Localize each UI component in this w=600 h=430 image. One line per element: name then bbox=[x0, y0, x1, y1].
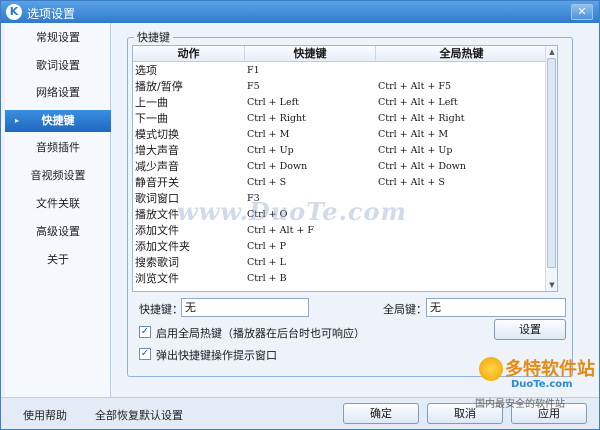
site-brand-logo: 多特软件站 DuoTe.com 国内最安全的软件站 bbox=[475, 353, 595, 413]
row-global-hotkey: Ctrl + Alt + Down bbox=[378, 161, 466, 172]
table-row[interactable]: 减少声音 Ctrl + Down Ctrl + Alt + Down bbox=[133, 159, 547, 175]
row-global-hotkey bbox=[378, 271, 544, 287]
row-action: 浏览文件 bbox=[135, 272, 179, 285]
table-row[interactable]: 下一曲 Ctrl + Right Ctrl + Alt + Right bbox=[133, 111, 547, 127]
row-hotkey: Ctrl + M bbox=[247, 129, 290, 140]
table-header: 动作 快捷键 全局热键 bbox=[133, 46, 547, 62]
column-header-hotkey[interactable]: 快捷键 bbox=[245, 46, 376, 62]
sidebar-item-advanced[interactable]: 高级设置 bbox=[5, 221, 111, 243]
row-global-hotkey bbox=[378, 255, 544, 271]
row-action: 增大声音 bbox=[135, 144, 179, 157]
global-key-label: 全局键： bbox=[383, 303, 427, 316]
table-row[interactable]: 静音开关 Ctrl + S Ctrl + Alt + S bbox=[133, 175, 547, 191]
global-key-field[interactable]: 无 bbox=[426, 298, 566, 317]
table-row[interactable]: 增大声音 Ctrl + Up Ctrl + Alt + Up bbox=[133, 143, 547, 159]
sidebar-item-hotkeys[interactable]: ▸ 快捷键 bbox=[5, 110, 111, 132]
sidebar-item-audio-plugins[interactable]: 音频插件 bbox=[5, 137, 111, 159]
table-row[interactable]: 添加文件夹 Ctrl + P bbox=[133, 239, 547, 255]
table-row[interactable]: 上一曲 Ctrl + Left Ctrl + Alt + Left bbox=[133, 95, 547, 111]
row-hotkey: F1 bbox=[247, 65, 260, 76]
app-logo-icon: K bbox=[6, 4, 22, 20]
shortcut-key-label: 快捷键： bbox=[139, 303, 183, 316]
ok-button[interactable]: 确定 bbox=[343, 403, 419, 424]
sidebar-item-network[interactable]: 网络设置 bbox=[5, 82, 111, 104]
sidebar-item-lyrics[interactable]: 歌词设置 bbox=[5, 55, 111, 77]
row-hotkey: Ctrl + L bbox=[247, 257, 286, 268]
group-title: 快捷键 bbox=[134, 29, 173, 45]
row-action: 添加文件夹 bbox=[135, 240, 190, 253]
row-global-hotkey: Ctrl + Alt + F5 bbox=[378, 81, 452, 92]
column-header-action[interactable]: 动作 bbox=[133, 46, 245, 62]
watermark-logo: www.DuoTe.com bbox=[177, 197, 407, 226]
row-global-hotkey: Ctrl + Alt + S bbox=[378, 177, 445, 188]
help-link[interactable]: 使用帮助 bbox=[23, 407, 67, 423]
row-action: 减少声音 bbox=[135, 160, 179, 173]
sidebar-item-general[interactable]: 常规设置 bbox=[5, 27, 111, 49]
row-global-hotkey: Ctrl + Alt + M bbox=[378, 129, 449, 140]
enable-global-hotkeys-label: 启用全局热键（播放器在后台时也可响应） bbox=[156, 327, 365, 340]
row-hotkey: Ctrl + P bbox=[247, 241, 287, 252]
row-hotkey: Ctrl + Up bbox=[247, 145, 294, 156]
row-global-hotkey: Ctrl + Alt + Up bbox=[378, 145, 453, 156]
table-row[interactable]: 选项 F1 bbox=[133, 63, 547, 79]
brand-tagline: 国内最安全的软件站 bbox=[475, 399, 565, 410]
row-action: 选项 bbox=[135, 64, 157, 77]
table-row[interactable]: 播放/暂停 F5 Ctrl + Alt + F5 bbox=[133, 79, 547, 95]
restore-defaults-link[interactable]: 全部恢复默认设置 bbox=[95, 407, 183, 423]
row-global-hotkey bbox=[378, 239, 544, 255]
brand-name: 多特软件站 bbox=[505, 359, 595, 380]
row-global-hotkey bbox=[378, 63, 544, 79]
title-bar[interactable]: K 选项设置 ✕ bbox=[1, 1, 599, 23]
row-action: 下一曲 bbox=[135, 112, 168, 125]
table-row[interactable]: 模式切换 Ctrl + M Ctrl + Alt + M bbox=[133, 127, 547, 143]
row-global-hotkey: Ctrl + Alt + Left bbox=[378, 97, 458, 108]
row-action: 模式切换 bbox=[135, 128, 179, 141]
table-row[interactable]: 浏览文件 Ctrl + B bbox=[133, 271, 547, 287]
enable-global-hotkeys-checkbox[interactable]: ✓ bbox=[139, 326, 151, 338]
scrollbar-thumb[interactable] bbox=[547, 58, 556, 268]
brand-domain: DuoTe.com bbox=[511, 379, 573, 390]
sidebar-item-file-association[interactable]: 文件关联 bbox=[5, 193, 111, 215]
shortcut-key-field[interactable]: 无 bbox=[181, 298, 309, 317]
row-hotkey: F5 bbox=[247, 81, 260, 92]
shortcuts-table: 动作 快捷键 全局热键 选项 F1 播放/暂停 F5 Ctrl + Alt + … bbox=[132, 45, 558, 292]
scroll-down-arrow-icon[interactable]: ▼ bbox=[546, 279, 557, 291]
selected-arrow-icon: ▸ bbox=[15, 116, 20, 125]
brand-mascot-icon bbox=[479, 357, 503, 381]
row-hotkey: Ctrl + S bbox=[247, 177, 287, 188]
table-row[interactable]: 搜索歌词 Ctrl + L bbox=[133, 255, 547, 271]
window-title: 选项设置 bbox=[27, 7, 76, 21]
hotkey-popup-checkbox[interactable]: ✓ bbox=[139, 348, 151, 360]
hotkey-popup-label: 弹出快捷键操作提示窗口 bbox=[156, 349, 277, 362]
settings-sidebar: 常规设置 歌词设置 网络设置 ▸ 快捷键 音频插件 音视频设置 文件关联 高级设… bbox=[5, 23, 111, 397]
row-hotkey: Ctrl + B bbox=[247, 273, 287, 284]
sidebar-item-label: 快捷键 bbox=[41, 114, 75, 127]
set-hotkey-button[interactable]: 设置 bbox=[494, 319, 566, 340]
row-hotkey: Ctrl + Left bbox=[247, 97, 299, 108]
close-button[interactable]: ✕ bbox=[571, 4, 593, 20]
row-action: 播放/暂停 bbox=[135, 80, 183, 93]
row-action: 搜索歌词 bbox=[135, 256, 179, 269]
row-action: 上一曲 bbox=[135, 96, 168, 109]
sidebar-item-av-settings[interactable]: 音视频设置 bbox=[5, 165, 111, 187]
scroll-up-arrow-icon[interactable]: ▲ bbox=[546, 46, 557, 58]
sidebar-item-about[interactable]: 关于 bbox=[5, 249, 111, 271]
row-action: 静音开关 bbox=[135, 176, 179, 189]
row-hotkey: Ctrl + Right bbox=[247, 113, 306, 124]
options-window: K 选项设置 ✕ 常规设置 歌词设置 网络设置 ▸ 快捷键 音频插件 音视频设置… bbox=[0, 0, 600, 430]
row-hotkey: Ctrl + Down bbox=[247, 161, 308, 172]
table-scrollbar[interactable]: ▲ ▼ bbox=[545, 46, 557, 291]
column-header-global[interactable]: 全局热键 bbox=[376, 46, 547, 62]
row-global-hotkey: Ctrl + Alt + Right bbox=[378, 113, 465, 124]
